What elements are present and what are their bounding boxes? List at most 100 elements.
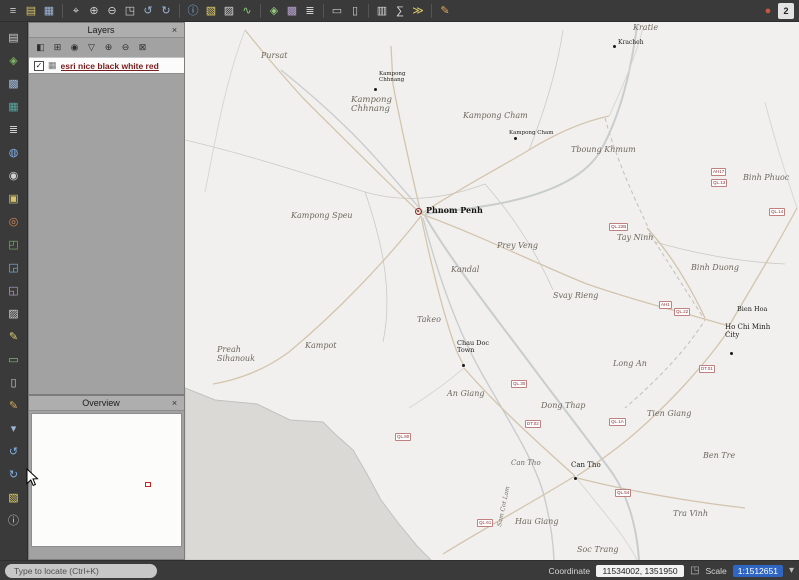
road-shield-badge: DT.02 xyxy=(525,420,541,428)
expand-all-icon[interactable]: ⊕ xyxy=(102,41,115,54)
add-delimited-text-icon[interactable]: ≣ xyxy=(302,3,318,19)
map-canvas[interactable]: KratieKrachehPursatKampong ChhnangKampon… xyxy=(185,22,799,560)
map-label-province: Binh Duong xyxy=(691,264,739,273)
add-group-icon[interactable]: ⊞ xyxy=(51,41,64,54)
filter-legend-icon[interactable]: ▽ xyxy=(85,41,98,54)
deselect-icon[interactable]: ▨ xyxy=(221,3,237,19)
map-label-province: Kandal xyxy=(451,266,479,275)
field-calculator-icon[interactable]: ∑ xyxy=(392,3,408,19)
redo-icon[interactable]: ↻ xyxy=(6,467,22,483)
add-wms-icon[interactable]: ◰ xyxy=(6,237,22,253)
new-geopackage-icon[interactable]: ▭ xyxy=(6,352,22,368)
select-tool-icon[interactable]: ▧ xyxy=(6,490,22,506)
overview-map[interactable] xyxy=(31,413,182,547)
close-icon[interactable]: × xyxy=(169,398,180,409)
add-vector-icon[interactable]: ◈ xyxy=(6,53,22,69)
capital-city-marker xyxy=(415,208,422,215)
overview-extent-rectangle[interactable] xyxy=(145,482,151,487)
attributes-table-icon[interactable]: ▥ xyxy=(374,3,390,19)
layout-manager-icon[interactable]: ▯ xyxy=(347,3,363,19)
city-dot-marker xyxy=(730,352,733,355)
road-shield-badge: QL.22B xyxy=(609,223,628,231)
toolbar-separator xyxy=(323,4,324,18)
new-shapefile-icon[interactable]: ✎ xyxy=(6,329,22,345)
zoom-in-icon[interactable]: ⊕ xyxy=(86,3,102,19)
locate-search-input[interactable] xyxy=(5,564,157,578)
add-wcs-icon[interactable]: ◱ xyxy=(6,283,22,299)
add-mssql-icon[interactable]: ▣ xyxy=(6,191,22,207)
layers-panel-toolbar: ◧ ⊞ ◉ ▽ ⊕ ⊖ ⊠ xyxy=(29,38,184,57)
add-raster-layer-icon[interactable]: ▩ xyxy=(284,3,300,19)
close-icon[interactable]: × xyxy=(169,25,180,36)
style-manager-icon[interactable]: ✎ xyxy=(437,3,453,19)
layers-panel: Layers × ◧ ⊞ ◉ ▽ ⊕ ⊖ ⊠ ✓ ▦ esri nice black whi… xyxy=(28,22,185,395)
identify-tool-icon[interactable]: ⓘ xyxy=(6,513,22,529)
open-layer-styling-icon[interactable]: ◧ xyxy=(34,41,47,54)
messages-badge[interactable]: 2 xyxy=(778,3,794,19)
layer-item[interactable]: ✓ ▦ esri nice black white red xyxy=(29,57,184,74)
toolbar-separator xyxy=(179,4,180,18)
add-vector-layer-icon[interactable]: ◈ xyxy=(266,3,282,19)
map-label-province: Prey Veng xyxy=(497,242,538,251)
add-spatialite-icon[interactable]: ◉ xyxy=(6,168,22,184)
city-dot-marker xyxy=(613,45,616,48)
record-dot-icon[interactable]: ● xyxy=(760,3,776,19)
add-oracle-icon[interactable]: ◎ xyxy=(6,214,22,230)
road-shield-badge: QL.54 xyxy=(615,489,631,497)
zoom-next-icon[interactable]: ↻ xyxy=(158,3,174,19)
scale-dropdown-icon[interactable]: ▾ xyxy=(789,565,794,576)
layer-visibility-checkbox[interactable]: ✓ xyxy=(34,61,44,71)
coordinate-value[interactable]: 11534002, 1351950 xyxy=(596,565,684,577)
map-label-city: Bien Hoa xyxy=(737,306,767,313)
map-label-city: Chau Doc Town xyxy=(457,340,489,354)
save-project-icon[interactable]: ▦ xyxy=(41,3,57,19)
python-console-icon[interactable]: ≫ xyxy=(410,3,426,19)
road-shield-badge: QL.1A xyxy=(609,418,626,426)
map-label-province: Tra Vinh xyxy=(673,510,708,519)
overview-panel-titlebar[interactable]: Overview × xyxy=(29,396,184,411)
map-labels-layer: KratieKrachehPursatKampong ChhnangKampon… xyxy=(185,22,799,560)
menu-icon[interactable]: ≡ xyxy=(5,3,21,19)
open-project-icon[interactable]: ▤ xyxy=(23,3,39,19)
save-edits-icon[interactable]: ▾ xyxy=(6,421,22,437)
zoom-full-icon[interactable]: ◳ xyxy=(122,3,138,19)
undo-icon[interactable]: ↺ xyxy=(6,444,22,460)
data-source-manager-icon[interactable]: ▤ xyxy=(6,30,22,46)
new-layout-icon[interactable]: ▭ xyxy=(329,3,345,19)
scale-value[interactable]: 1:1512651 xyxy=(733,565,783,577)
mouse-cursor xyxy=(26,468,39,487)
city-dot-marker xyxy=(514,137,517,140)
select-features-icon[interactable]: ▧ xyxy=(203,3,219,19)
map-label-province: Kampong Cham xyxy=(463,112,528,121)
add-xyz-icon[interactable]: ▨ xyxy=(6,306,22,322)
collapse-all-icon[interactable]: ⊖ xyxy=(119,41,132,54)
map-label-city: Can Tho xyxy=(571,462,601,470)
identify-icon[interactable]: ⓘ xyxy=(185,3,201,19)
measure-icon[interactable]: ∿ xyxy=(239,3,255,19)
remove-layer-icon[interactable]: ⊠ xyxy=(136,41,149,54)
toolbar-separator xyxy=(431,4,432,18)
road-shield-badge: QL.30 xyxy=(511,380,527,388)
zoom-out-icon[interactable]: ⊖ xyxy=(104,3,120,19)
toolbar-separator xyxy=(62,4,63,18)
map-label-province: Sam Cot Lam xyxy=(497,486,512,528)
add-delimited-icon[interactable]: ≣ xyxy=(6,122,22,138)
map-label-province: Soc Trang xyxy=(577,546,619,555)
new-virtual-layer-icon[interactable]: ▯ xyxy=(6,375,22,391)
city-dot-marker xyxy=(374,88,377,91)
toggle-editing-icon[interactable]: ✎ xyxy=(6,398,22,414)
overview-panel-title: Overview xyxy=(33,398,169,408)
pan-map-icon[interactable]: ⌖ xyxy=(68,3,84,19)
manage-themes-icon[interactable]: ◉ xyxy=(68,41,81,54)
overview-panel: Overview × xyxy=(28,395,185,560)
add-mesh-icon[interactable]: ▦ xyxy=(6,99,22,115)
layers-panel-titlebar[interactable]: Layers × xyxy=(29,23,184,38)
add-wfs-icon[interactable]: ◲ xyxy=(6,260,22,276)
layer-name[interactable]: esri nice black white red xyxy=(61,61,159,71)
add-postgis-icon[interactable]: ◍ xyxy=(6,145,22,161)
extents-toggle-icon[interactable]: ◳ xyxy=(690,565,699,576)
map-label-city: Kracheh xyxy=(618,40,644,46)
toolbar-separator xyxy=(260,4,261,18)
add-raster-icon[interactable]: ▩ xyxy=(6,76,22,92)
zoom-last-icon[interactable]: ↺ xyxy=(140,3,156,19)
